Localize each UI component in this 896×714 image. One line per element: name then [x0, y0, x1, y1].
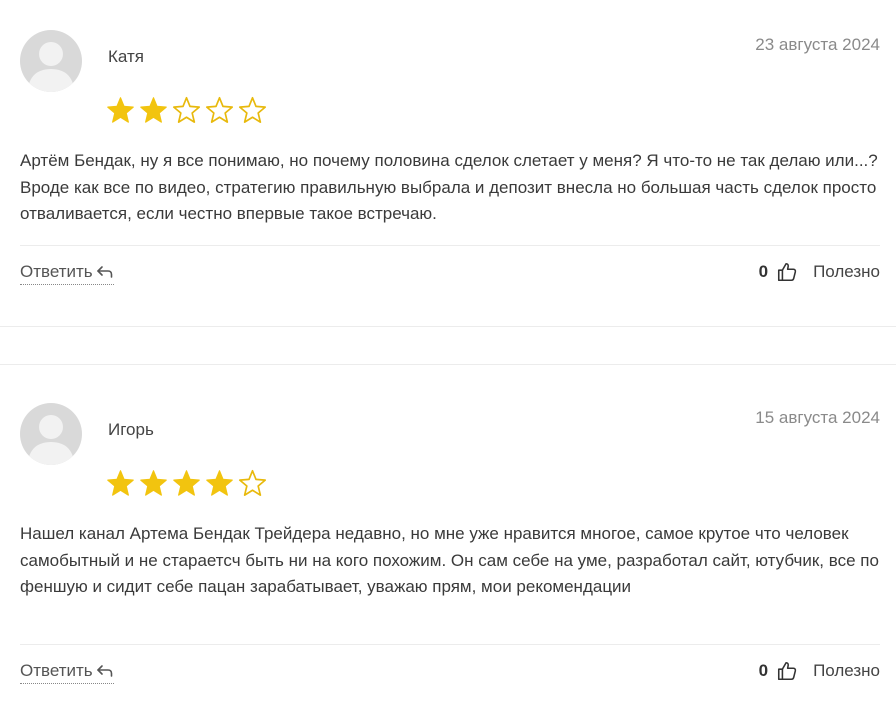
reply-label: Ответить	[20, 262, 93, 281]
star-empty-icon	[172, 96, 201, 123]
review-separator	[0, 364, 896, 365]
review-separator	[0, 326, 896, 327]
useful-count: 0	[758, 262, 769, 281]
reply-button[interactable]: Ответить	[20, 262, 114, 285]
review-date: 23 августа 2024	[755, 35, 880, 54]
user-silhouette-icon	[28, 415, 74, 465]
star-filled-icon	[140, 97, 167, 123]
rating-stars	[106, 96, 267, 125]
useful-control: 0 Полезно	[759, 261, 880, 283]
user-silhouette-icon	[28, 42, 74, 92]
divider	[20, 644, 880, 645]
rating-stars	[106, 469, 267, 498]
thumbs-up-icon[interactable]	[776, 660, 798, 682]
review-text: Нашел канал Артема Бендак Трейдера недав…	[20, 524, 879, 596]
star-filled-icon	[173, 470, 200, 496]
reply-arrow-icon	[96, 266, 112, 278]
useful-button[interactable]: Полезно	[813, 262, 880, 282]
useful-control: 0 Полезно	[759, 660, 880, 682]
review-author: Игорь	[108, 420, 154, 439]
reply-button[interactable]: Ответить	[20, 661, 114, 684]
review-author: Катя	[108, 47, 144, 66]
review-date: 15 августа 2024	[755, 408, 880, 427]
reply-arrow-icon	[96, 665, 112, 677]
useful-button[interactable]: Полезно	[813, 661, 880, 681]
avatar	[20, 30, 82, 92]
thumbs-up-icon[interactable]	[776, 261, 798, 283]
star-filled-icon	[140, 470, 167, 496]
useful-count: 0	[758, 661, 769, 680]
reply-label: Ответить	[20, 661, 93, 680]
star-empty-icon	[238, 469, 267, 496]
divider	[20, 245, 880, 246]
avatar	[20, 403, 82, 465]
star-empty-icon	[238, 96, 267, 123]
star-filled-icon	[107, 97, 134, 123]
review-text: Артём Бендак, ну я все понимаю, но почем…	[20, 151, 878, 223]
star-filled-icon	[206, 470, 233, 496]
star-empty-icon	[205, 96, 234, 123]
star-filled-icon	[107, 470, 134, 496]
